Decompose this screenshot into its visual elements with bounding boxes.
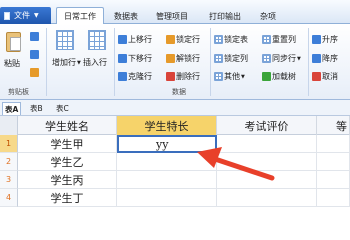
annotation-arrow	[197, 147, 275, 181]
arrow-shaft	[209, 155, 275, 181]
